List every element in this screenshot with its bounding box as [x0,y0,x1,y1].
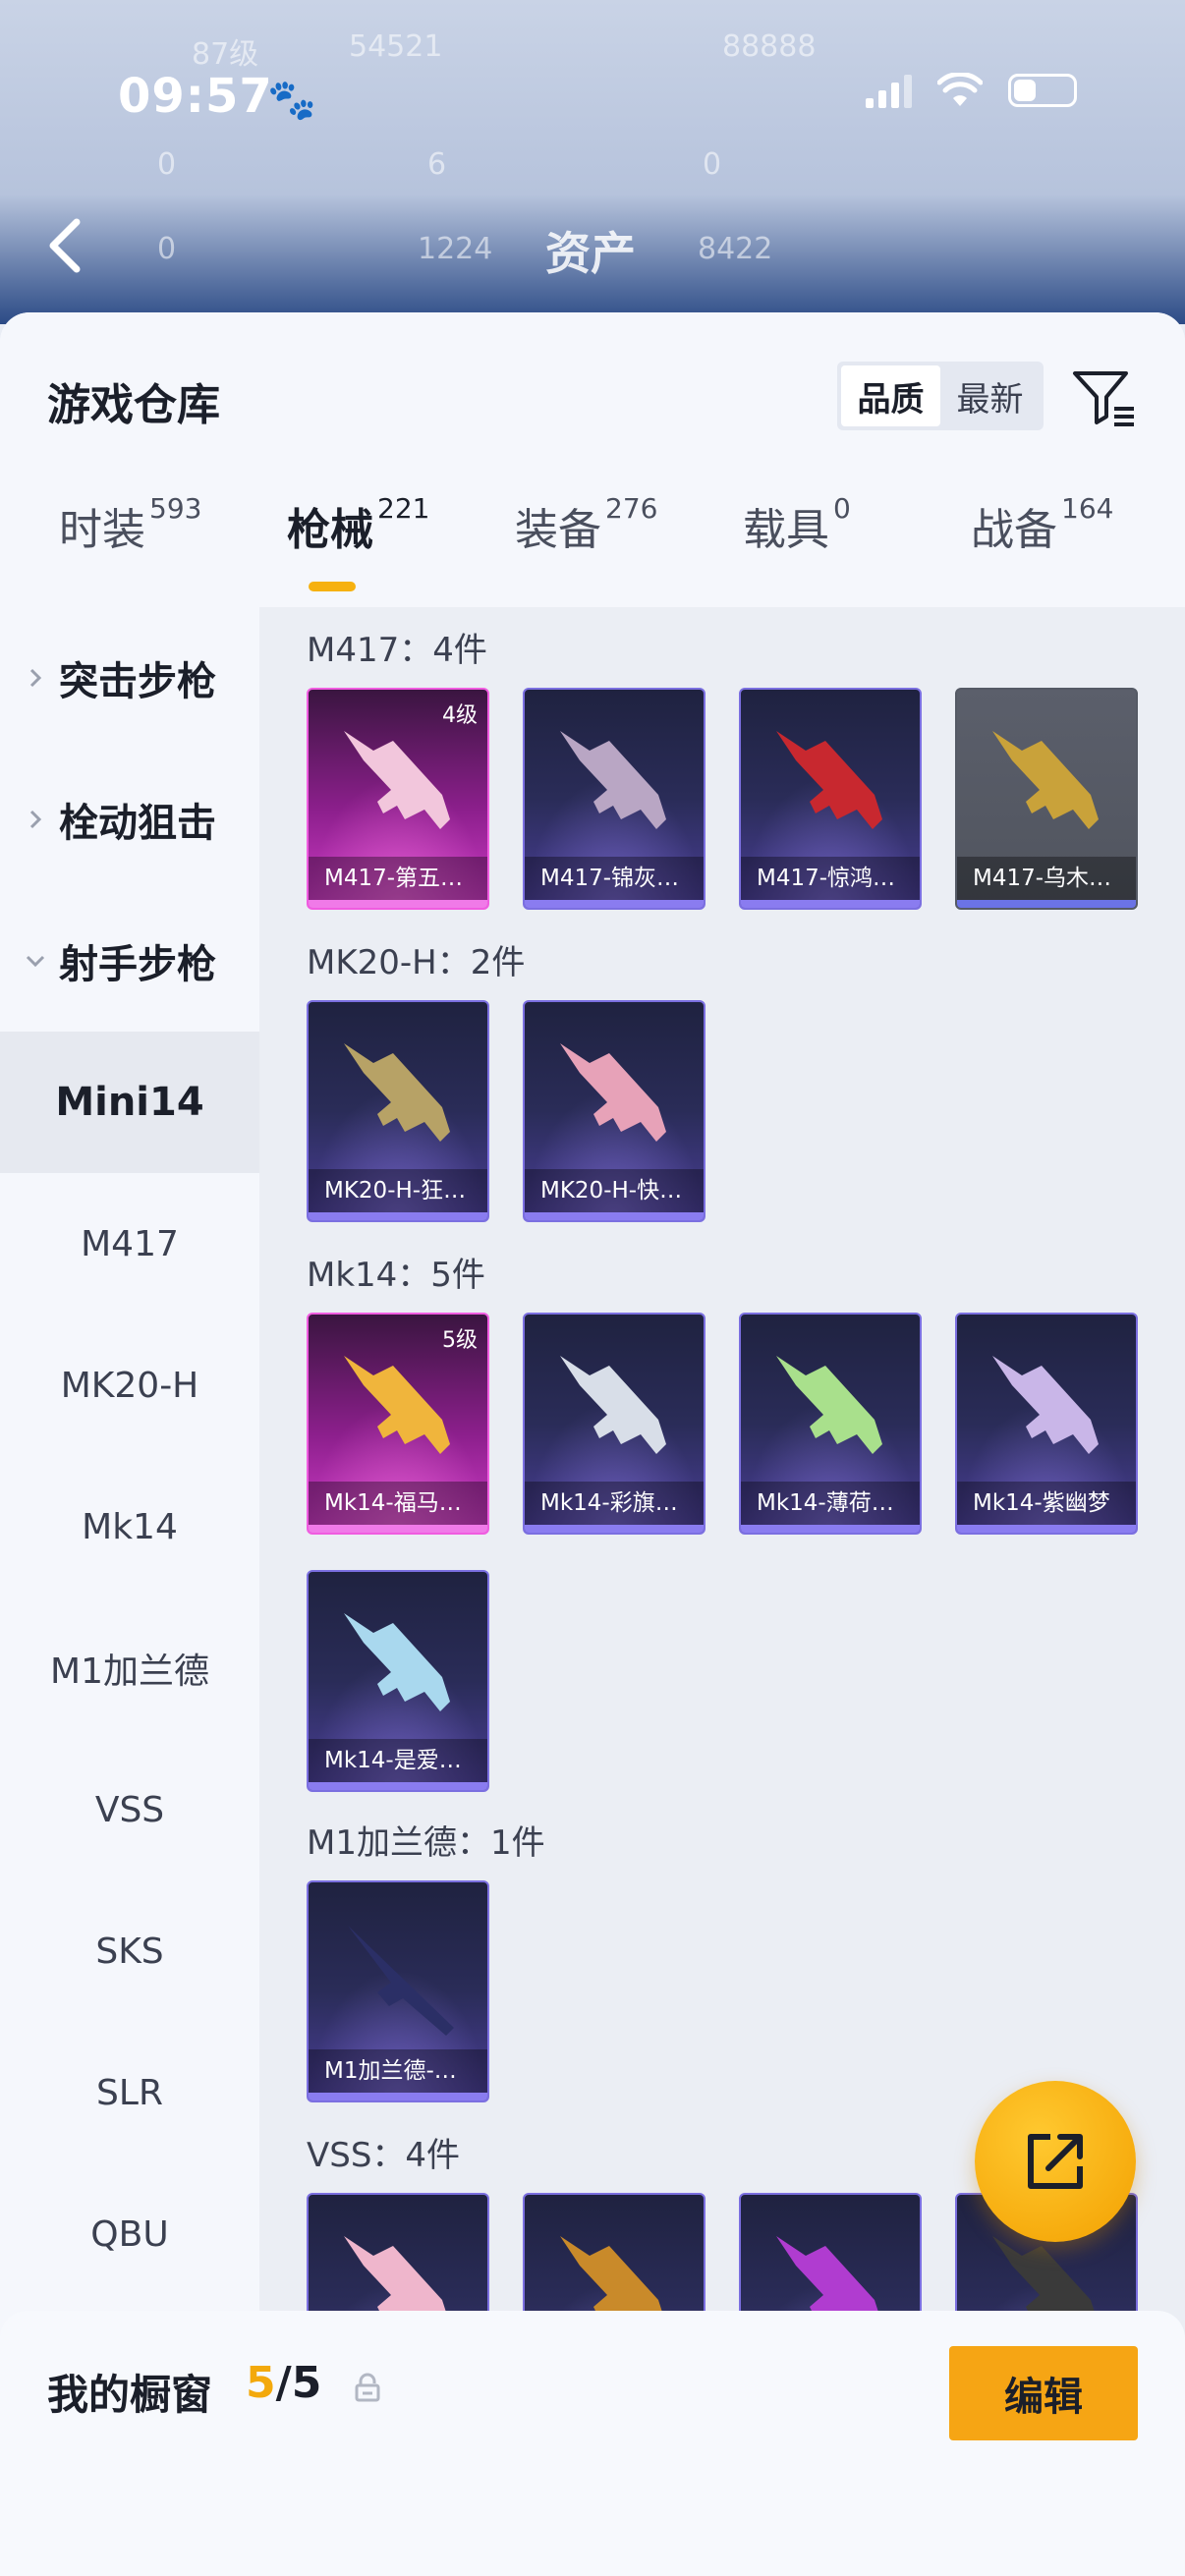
bg-stat: 54521 [349,29,443,64]
rifle-icon [560,731,666,829]
item-level-badge: 5级 [442,1328,478,1353]
showcase-bar: 我的橱窗 5/5 编辑 [0,2311,1185,2576]
weapon-card[interactable]: Mk14-紫幽梦 [955,1313,1138,1535]
item-name: M1加兰德-… [309,2049,487,2093]
filter-icon[interactable] [1069,362,1138,430]
back-arrow-icon[interactable] [45,216,85,275]
sort-newest-button[interactable]: 最新 [940,365,1040,426]
status-icons [866,73,1077,108]
edit-button[interactable]: 编辑 [949,2346,1138,2440]
tab-fashion[interactable]: 时装 593 [59,492,201,592]
chevron-right-icon [29,668,42,688]
rifle-icon [992,1356,1099,1454]
status-time: 09:57 [118,69,273,124]
bg-level: 87级 [192,37,259,72]
sort-quality-button[interactable]: 品质 [841,365,940,426]
weapon-card[interactable]: Mk14-彩旗… [523,1313,705,1535]
sidebar-item-qbu[interactable]: QBU [0,2163,259,2305]
tab-firearms[interactable]: 枪械 221 [287,492,429,592]
background-title: 资产 [545,227,636,280]
rifle-icon [776,1356,882,1454]
weapon-card[interactable]: MK20-H-快… [523,1000,705,1222]
sidebar-item-mk14[interactable]: Mk14 [0,1456,259,1597]
battery-icon [1008,74,1077,107]
weapon-card[interactable]: M417-乌木… [955,688,1138,910]
showcase-count: 5/5 [246,2358,322,2408]
item-name: M417-锦灰… [525,857,704,900]
bg-stat: 0 [157,232,177,266]
bg-stat: 8422 [698,232,773,266]
sidebar-item-mini14[interactable]: Mini14 [0,1032,259,1173]
sheet-header: 游戏仓库 品质 最新 时装 593 枪械 221 装备 276 载具 0 战备 … [0,312,1185,607]
rifle-icon [344,1356,450,1454]
tab-equipment[interactable]: 装备 276 [515,492,657,592]
group-title-m1garand: M1加兰德：1件 [307,1823,545,1863]
item-name: M417-惊鸿… [741,857,920,900]
bg-stat: 6 [427,147,447,182]
rifle-icon [344,1613,450,1711]
bg-stat: 0 [157,147,177,182]
sidebar-item-vss[interactable]: VSS [0,1739,259,1880]
weapon-type-sidebar: 突击步枪 栓动狙击 射手步枪 Mini14 M417 MK20-H Mk14 M… [0,607,259,2576]
weapon-card[interactable]: 4级 M417-第五… [307,688,489,910]
rifle-icon [344,731,450,829]
sidebar-item-slr[interactable]: SLR [0,2022,259,2163]
sidebar-item-m417[interactable]: M417 [0,1173,259,1315]
rifle-icon [992,731,1099,829]
item-name: M417-第五… [309,857,487,900]
weapon-card[interactable]: M1加兰德-… [307,1880,489,2102]
weapon-card[interactable]: M417-锦灰… [523,688,705,910]
weapon-card[interactable]: Mk14-是爱… [307,1570,489,1792]
item-name: Mk14-福马… [309,1482,487,1525]
item-name: M417-乌木… [957,857,1136,900]
tab-vehicles[interactable]: 载具 0 [743,492,851,592]
bg-stat: 1224 [418,232,493,266]
sort-toggle: 品质 最新 [837,362,1044,430]
sidebar-category-marksman-rifle[interactable]: 射手步枪 [0,890,259,1032]
share-button[interactable] [975,2081,1136,2242]
group-title-mk14: Mk14：5件 [307,1256,485,1295]
tab-tactical[interactable]: 战备 164 [971,492,1113,592]
group-title-m417: M417：4件 [307,631,487,670]
weapon-card[interactable]: MK20-H-狂… [307,1000,489,1222]
group-title-vss: VSS：4件 [307,2136,461,2175]
background-page: 87级 54521 88888 0 6 0 0 1224 8422 09:57 … [0,0,1185,324]
sidebar-category-assault-rifle[interactable]: 突击步枪 [0,607,259,749]
lock-icon [355,2373,380,2402]
paw-icon: 🐾 [267,78,316,123]
item-name: Mk14-彩旗… [525,1482,704,1525]
chevron-down-icon [26,955,45,968]
bg-stat: 0 [703,147,722,182]
active-tab-indicator [309,582,356,591]
item-name: Mk14-紫幽梦 [957,1482,1136,1525]
chevron-right-icon [29,810,42,829]
rifle-icon [560,1043,666,1142]
showcase-title: 我的橱窗 [47,2371,213,2419]
warehouse-sheet: 游戏仓库 品质 最新 时装 593 枪械 221 装备 276 载具 0 战备 … [0,312,1185,2576]
weapon-card[interactable]: 5级 Mk14-福马… [307,1313,489,1535]
rifle-icon [776,731,882,829]
weapon-card[interactable]: M417-惊鸿… [739,688,922,910]
group-title-mk20h: MK20-H：2件 [307,943,526,982]
item-name: Mk14-薄荷… [741,1482,920,1525]
item-name: MK20-H-快… [525,1169,704,1212]
sidebar-item-m1garand[interactable]: M1加兰德 [0,1597,259,1739]
share-icon [1028,2134,1083,2189]
sheet-title: 游戏仓库 [47,380,220,430]
rifle-icon [344,1043,450,1142]
rifle-icon [560,1356,666,1454]
category-tabs: 时装 593 枪械 221 装备 276 载具 0 战备 164 [0,492,1185,592]
rifle-icon [348,1926,454,2036]
item-name: Mk14-是爱… [309,1739,487,1782]
weapon-grid: M417：4件 4级 M417-第五… M417-锦灰… M417-惊鸿… M4… [259,607,1185,2576]
item-name: MK20-H-狂… [309,1169,487,1212]
item-level-badge: 4级 [442,703,478,728]
wifi-icon [937,73,983,106]
weapon-card[interactable]: Mk14-薄荷… [739,1313,922,1535]
bg-stat: 88888 [722,29,817,64]
sidebar-item-mk20h[interactable]: MK20-H [0,1315,259,1456]
signal-icon [866,73,912,108]
sidebar-category-bolt-sniper[interactable]: 栓动狙击 [0,749,259,890]
sidebar-item-sks[interactable]: SKS [0,1880,259,2022]
